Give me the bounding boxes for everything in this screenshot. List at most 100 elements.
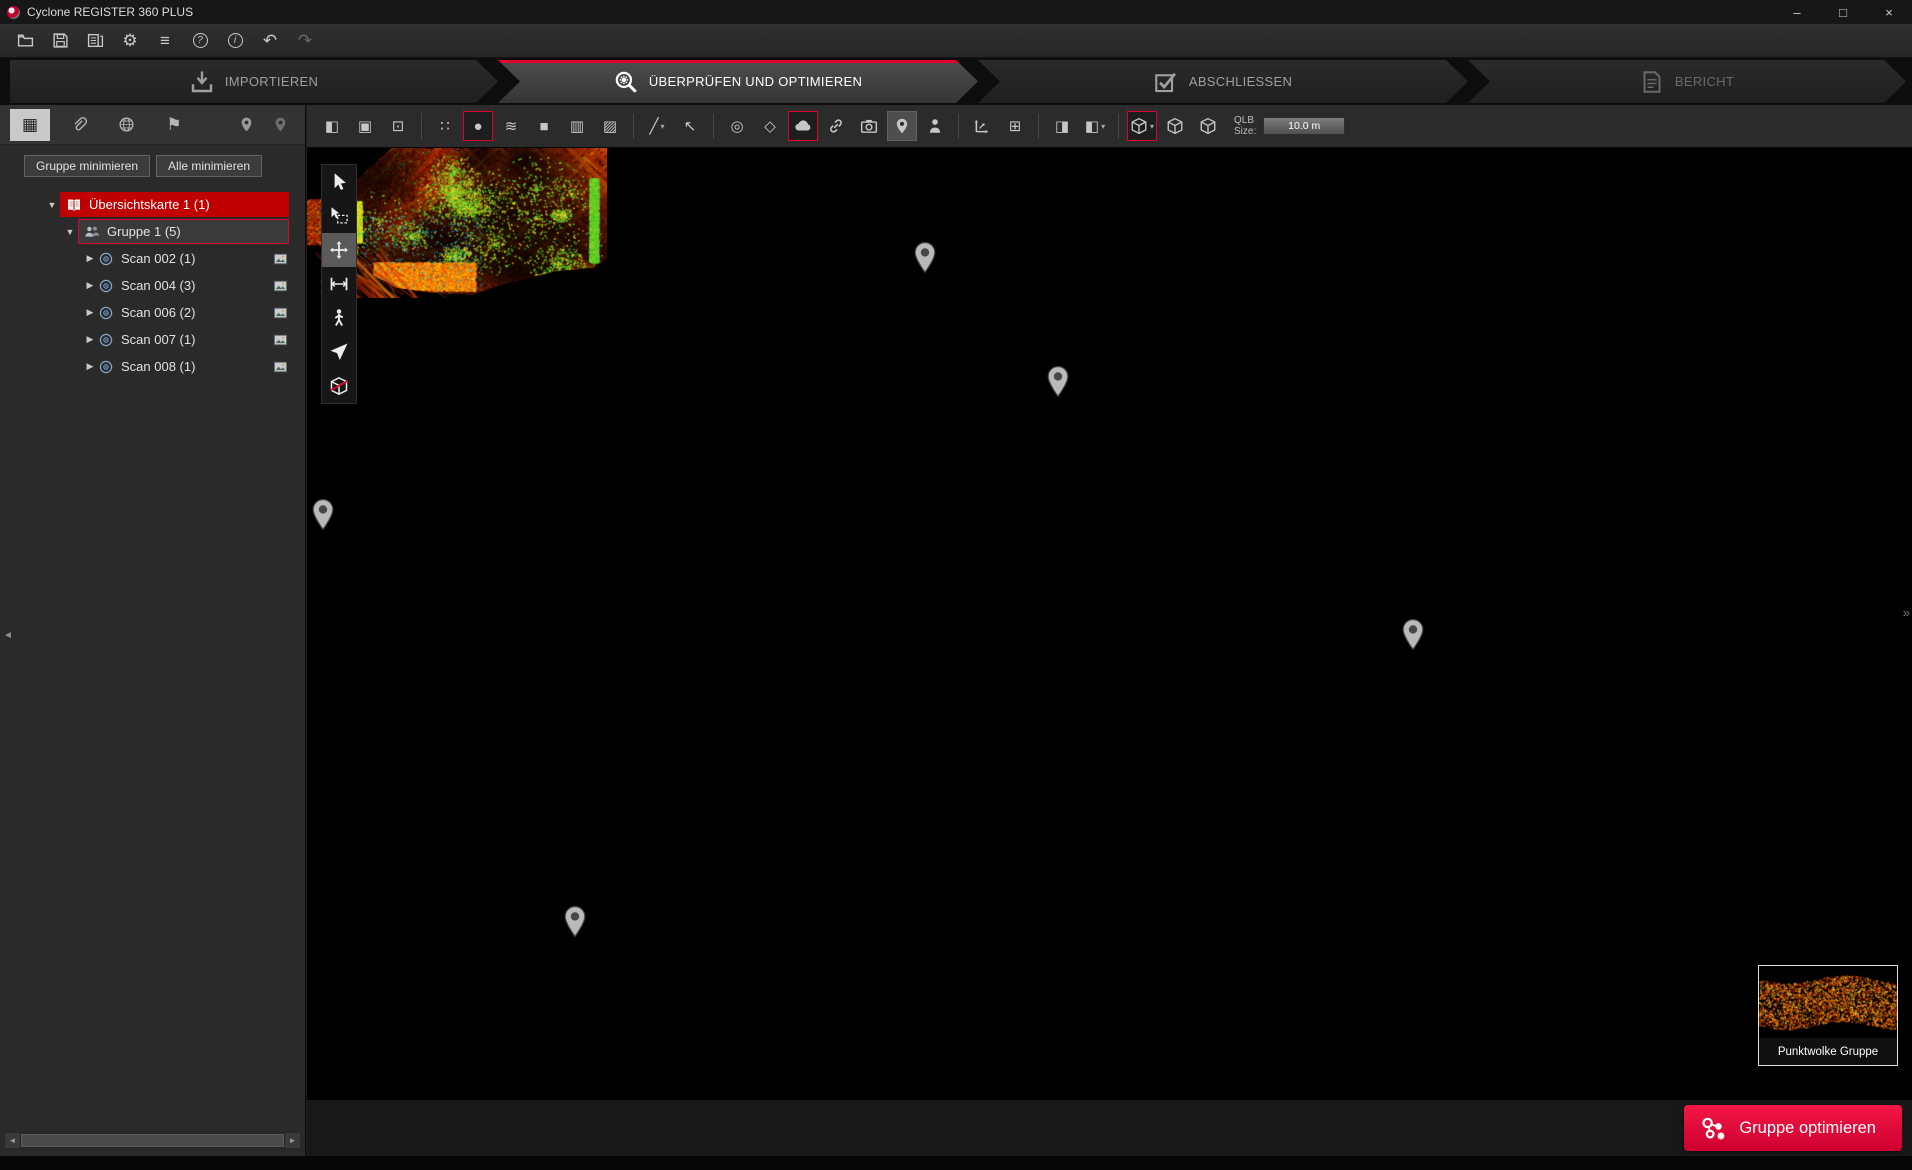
fly-tool-icon[interactable]	[322, 335, 356, 369]
image-icon[interactable]	[272, 360, 289, 374]
expand-icon[interactable]: ▶	[82, 334, 98, 345]
cube-rotate-icon[interactable]	[1160, 111, 1190, 141]
label-tag-icon[interactable]: ◇	[755, 111, 785, 141]
copy-view-icon[interactable]: ◧	[317, 111, 347, 141]
collapse-group-button[interactable]: Gruppe minimieren	[24, 155, 150, 177]
camera-icon[interactable]	[854, 111, 884, 141]
group-selected-row[interactable]: Gruppe 1 (5)	[78, 219, 289, 244]
thumbnail-panel[interactable]: Punktwolke Gruppe	[1758, 965, 1898, 1066]
expand-icon[interactable]: ▼	[44, 200, 60, 210]
pin-toggle-icon[interactable]	[231, 109, 261, 141]
info-icon[interactable]: i	[222, 28, 248, 54]
open-project-icon[interactable]	[12, 28, 38, 54]
log-list-icon[interactable]: ≡	[152, 28, 178, 54]
image-icon[interactable]	[272, 279, 289, 293]
sitemap-selected-row[interactable]: Übersichtskarte 1 (1)	[60, 192, 289, 217]
scroll-right-arrow[interactable]: ►	[285, 1133, 300, 1148]
apply-view-icon[interactable]: ◧▾	[1080, 111, 1110, 141]
cube-axis-icon[interactable]	[1193, 111, 1223, 141]
minimize-button[interactable]: –	[1774, 0, 1820, 24]
tree-item-scan[interactable]: ▶ Scan 008 (1)	[0, 353, 305, 380]
scan-position-marker[interactable]	[1046, 366, 1070, 398]
measure-distance-tool-icon[interactable]	[322, 267, 356, 301]
pointer-tool-icon[interactable]	[322, 165, 356, 199]
split-view-icon[interactable]: ◨	[1047, 111, 1077, 141]
toolbar-separator	[713, 113, 714, 139]
pan-tool-icon[interactable]	[322, 233, 356, 267]
qlb-size-slider[interactable]: 10.0 m	[1263, 117, 1345, 135]
tree-item-group[interactable]: ▼ Gruppe 1 (5)	[0, 218, 305, 245]
project-library-icon[interactable]	[82, 28, 108, 54]
toolbar-separator	[421, 113, 422, 139]
image-icon[interactable]	[272, 333, 289, 347]
group-thumbnail-image[interactable]	[1759, 966, 1897, 1038]
cloud-icon[interactable]	[788, 111, 818, 141]
expand-icon[interactable]: ▶	[82, 280, 98, 291]
sidebar-tab-map[interactable]	[106, 109, 146, 141]
scrollbar-thumb[interactable]	[21, 1134, 284, 1147]
point-view-icon[interactable]: ∷	[430, 111, 460, 141]
dropdown-arrow-icon[interactable]: ▾	[1101, 122, 1105, 131]
scan-position-marker[interactable]	[563, 905, 587, 937]
scan-position-marker[interactable]	[913, 242, 937, 274]
image-icon[interactable]	[272, 306, 289, 320]
settings-gear-icon[interactable]: ⚙	[117, 28, 143, 54]
cube-view-icon[interactable]: ▾	[1127, 111, 1157, 141]
tab-bericht[interactable]: BERICHT	[1468, 60, 1906, 103]
tab-importieren[interactable]: IMPORTIEREN	[10, 60, 498, 103]
scan-position-marker[interactable]	[1401, 619, 1425, 651]
pin-toggle-off-icon[interactable]	[265, 109, 295, 141]
dropdown-arrow-icon[interactable]: ▾	[1150, 122, 1154, 131]
sidebar-horizontal-scrollbar[interactable]: ◄ ►	[5, 1133, 300, 1148]
person-view-tool-icon[interactable]	[322, 301, 356, 335]
expand-icon[interactable]: ▼	[62, 227, 78, 237]
maximize-button[interactable]: □	[1820, 0, 1866, 24]
move-axes-icon[interactable]	[967, 111, 997, 141]
qlb-label: QLB	[1234, 115, 1256, 126]
sidebar-collapse-handle[interactable]: ◄	[3, 630, 13, 641]
right-panel-collapse-handle[interactable]: »	[1903, 605, 1910, 620]
scan-label: Scan 007 (1)	[121, 332, 272, 347]
undo-icon[interactable]: ↶	[257, 28, 283, 54]
measure-tool-icon[interactable]: ╱▾	[642, 111, 672, 141]
dropdown-arrow-icon[interactable]: ▾	[661, 122, 665, 131]
contour-view-icon[interactable]: ≋	[496, 111, 526, 141]
grayscale-view-icon[interactable]: ■	[529, 111, 559, 141]
collapse-all-button[interactable]: Alle minimieren	[156, 155, 262, 177]
tree-item-sitemap[interactable]: ▼ Übersichtskarte 1 (1)	[0, 191, 305, 218]
user-share-icon[interactable]	[920, 111, 950, 141]
paperclip-icon	[70, 116, 87, 133]
panorama-view-icon[interactable]: ▥	[562, 111, 592, 141]
sidebar-tab-flags[interactable]: ⚑	[154, 109, 194, 141]
sidebar-tab-structure[interactable]: ▦	[10, 109, 50, 141]
tree-item-scan[interactable]: ▶ Scan 004 (3)	[0, 272, 305, 299]
link-icon[interactable]	[821, 111, 851, 141]
tree-item-scan[interactable]: ▶ Scan 002 (1)	[0, 245, 305, 272]
slice-tool-icon[interactable]	[322, 369, 356, 403]
tree-item-scan[interactable]: ▶ Scan 006 (2)	[0, 299, 305, 326]
scroll-left-arrow[interactable]: ◄	[5, 1133, 20, 1148]
select-tool-icon[interactable]	[322, 199, 356, 233]
expand-icon[interactable]: ▶	[82, 253, 98, 264]
expand-icon[interactable]: ▶	[82, 307, 98, 318]
expand-icon[interactable]: ▶	[82, 361, 98, 372]
zoom-region-icon[interactable]: ⊡	[383, 111, 413, 141]
viewport-layout-icon[interactable]: ▣	[350, 111, 380, 141]
tab-ueberpruefen-und-optimieren[interactable]: ÜBERPRÜFEN UND OPTIMIEREN	[498, 60, 978, 103]
sidebar-tab-attachments[interactable]	[58, 109, 98, 141]
bubble-view-icon[interactable]: ●	[463, 111, 493, 141]
pick-tool-icon[interactable]: ↖	[675, 111, 705, 141]
redo-icon[interactable]: ↷	[292, 28, 318, 54]
scan-position-marker[interactable]	[311, 499, 335, 531]
target-icon[interactable]: ◎	[722, 111, 752, 141]
tree-item-scan[interactable]: ▶ Scan 007 (1)	[0, 326, 305, 353]
close-button[interactable]: ×	[1866, 0, 1912, 24]
image-view-icon[interactable]: ▨	[595, 111, 625, 141]
save-project-icon[interactable]	[47, 28, 73, 54]
grid-table-icon[interactable]: ⊞	[1000, 111, 1030, 141]
geotag-pin-icon[interactable]	[887, 111, 917, 141]
help-icon[interactable]: ?	[187, 28, 213, 54]
tab-abschliessen[interactable]: ABSCHLIESSEN	[978, 60, 1468, 103]
image-icon[interactable]	[272, 252, 289, 266]
optimize-group-button[interactable]: Gruppe optimieren	[1684, 1105, 1902, 1151]
